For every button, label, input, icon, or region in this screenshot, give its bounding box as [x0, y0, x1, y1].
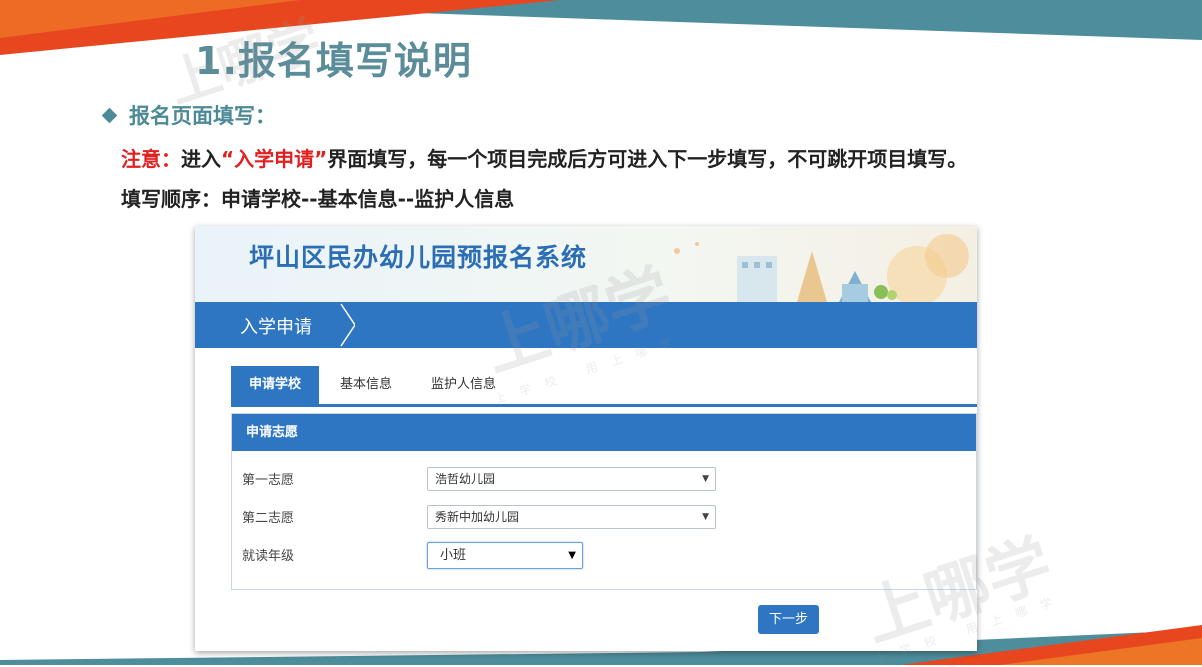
system-title: 坪山区民办幼儿园预报名系统: [249, 243, 588, 272]
tab-apply-school[interactable]: 申请学校: [231, 366, 319, 404]
second-choice-value: 秀新中加幼儿园: [435, 510, 520, 524]
preference-panel: 申请志愿 第一志愿 浩哲幼儿园 ▼ 第二志愿 秀新中加幼儿园 ▼ 就读年级 小班…: [231, 413, 977, 590]
first-choice-value: 浩哲幼儿园: [435, 472, 496, 486]
grade-label: 就读年级: [242, 549, 295, 564]
first-choice-label: 第一志愿: [242, 473, 295, 488]
diamond-bullet-icon: [101, 107, 118, 123]
tab-basic-info[interactable]: 基本信息: [326, 366, 406, 404]
second-choice-select[interactable]: 秀新中加幼儿园 ▼: [427, 505, 716, 529]
app-nav-bar: 入学申请: [195, 302, 977, 348]
app-screenshot: 坪山区民办幼儿园预报名系统 入学申请 申请学校 基本信息 监护人信息 申请志愿: [195, 226, 977, 651]
note-label: 注意：: [121, 147, 181, 171]
app-header: 坪山区民办幼儿园预报名系统: [195, 226, 977, 302]
header-illustration: [674, 234, 969, 302]
chevron-down-icon: ▼: [702, 512, 709, 522]
note-rest: 界面填写，每一个项目完成后方可进入下一步填写，不可跳开项目填写。: [327, 147, 968, 171]
tab-guardian-info[interactable]: 监护人信息: [416, 366, 511, 404]
panel-title: 申请志愿: [232, 414, 976, 451]
first-choice-select[interactable]: 浩哲幼儿园 ▼: [427, 467, 716, 491]
bullet-text: 报名页面填写：: [129, 104, 276, 128]
second-choice-label: 第二志愿: [242, 511, 295, 526]
chevron-down-icon: ▼: [702, 474, 709, 484]
grade-value: 小班: [440, 548, 467, 563]
tab-bar: 申请学校 基本信息 监护人信息: [231, 366, 977, 407]
note-prefix: 进入: [181, 147, 221, 171]
bullet-heading: 报名页面填写：: [101, 100, 276, 130]
top-banner-decoration: [0, 0, 1202, 55]
note-line: 注意：进入“入学申请”界面填写，每一个项目完成后方可进入下一步填写，不可跳开项目…: [121, 143, 967, 172]
next-step-button[interactable]: 下一步: [758, 605, 819, 634]
chevron-down-icon: ▼: [568, 550, 576, 561]
grade-select[interactable]: 小班 ▼: [427, 542, 583, 569]
order-line: 填写顺序：申请学校--基本信息--监护人信息: [121, 187, 515, 211]
slide-title: 1.报名填写说明: [195, 39, 472, 83]
note-quote: “入学申请”: [221, 147, 328, 171]
breadcrumb-label[interactable]: 入学申请: [240, 313, 312, 339]
